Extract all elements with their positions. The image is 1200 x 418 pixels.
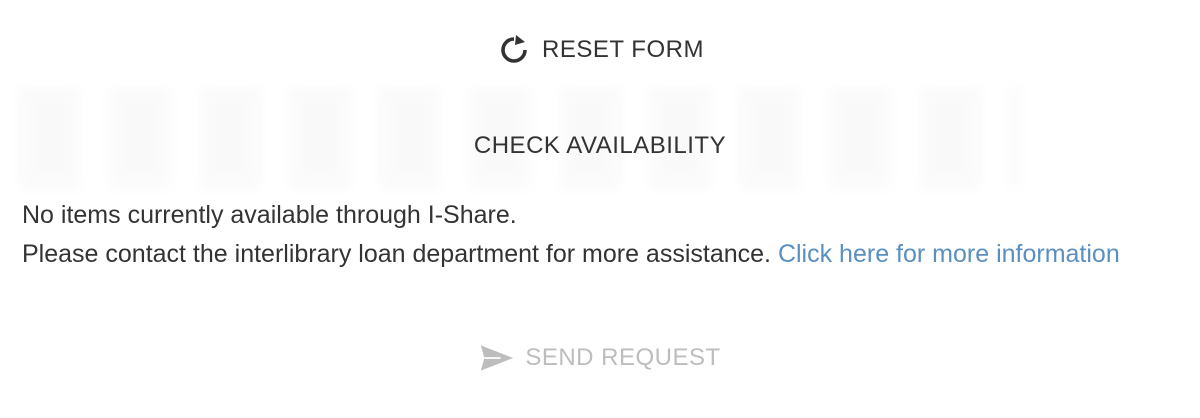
check-availability-row: CHECK AVAILABILITY: [0, 124, 1200, 168]
message-line-2-text: Please contact the interlibrary loan dep…: [22, 240, 771, 268]
check-availability-button[interactable]: CHECK AVAILABILITY: [474, 132, 726, 160]
send-request-row: SEND REQUEST: [0, 336, 1200, 380]
reset-icon: [496, 32, 532, 68]
message-line-2: Please contact the interlibrary loan dep…: [22, 235, 1182, 274]
availability-message: No items currently available through I-S…: [22, 196, 1182, 274]
reset-form-label: RESET FORM: [542, 36, 704, 63]
check-availability-label: CHECK AVAILABILITY: [473, 132, 727, 159]
message-line-1: No items currently available through I-S…: [22, 201, 517, 229]
more-information-link[interactable]: Click here for more information: [778, 240, 1120, 268]
send-request-label: SEND REQUEST: [525, 344, 721, 371]
send-icon: [479, 340, 515, 376]
send-request-button[interactable]: SEND REQUEST: [479, 340, 720, 376]
reset-form-row: RESET FORM: [0, 28, 1200, 72]
reset-form-button[interactable]: RESET FORM: [496, 32, 704, 68]
